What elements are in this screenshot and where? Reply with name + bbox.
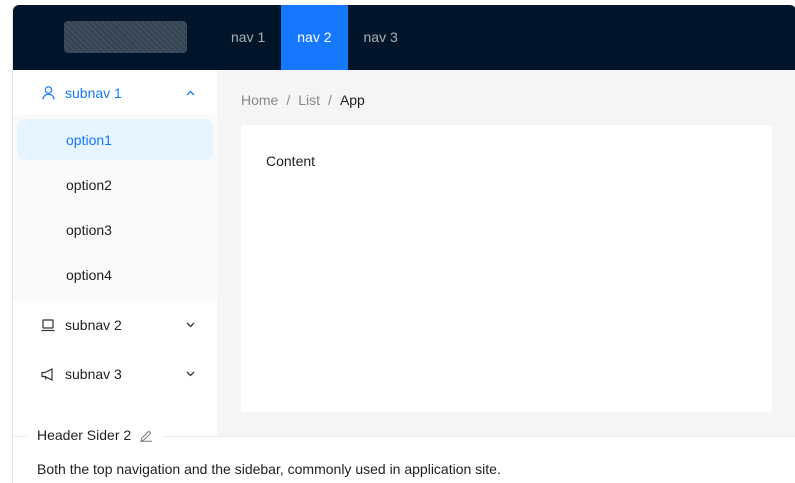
breadcrumb-app: App <box>339 92 365 108</box>
top-nav-item-2[interactable]: nav 2 <box>281 5 348 70</box>
demo-title: Header Sider 2 <box>27 427 164 443</box>
menu-item-option3[interactable]: option3 <box>17 209 213 250</box>
layout-demo: nav 1 nav 2 nav 3 subnav 1 option1 optio… <box>12 5 795 483</box>
breadcrumb-separator: / <box>286 92 291 108</box>
content-area: Home / List / App Content <box>217 70 795 436</box>
edit-icon[interactable] <box>139 428 153 442</box>
top-nav-item-3[interactable]: nav 3 <box>348 5 414 70</box>
content-text: Content <box>266 153 316 169</box>
demo-title-text: Header Sider 2 <box>37 427 132 443</box>
submenu-label: subnav 1 <box>65 84 122 101</box>
submenu-options: option1 option2 option3 option4 <box>13 115 217 301</box>
top-header: nav 1 nav 2 nav 3 <box>13 5 795 70</box>
submenu-subnav-3[interactable]: subnav 3 <box>13 349 217 399</box>
demo-description: Both the top navigation and the sidebar,… <box>37 461 501 477</box>
menu-item-option4[interactable]: option4 <box>17 254 213 295</box>
breadcrumb: Home / List / App <box>241 90 365 110</box>
breadcrumb-home[interactable]: Home <box>241 92 278 108</box>
content-card: Content <box>241 125 772 412</box>
menu-item-option2[interactable]: option2 <box>17 164 213 205</box>
notification-icon <box>41 367 55 381</box>
chevron-down-icon <box>185 320 195 330</box>
laptop-icon <box>41 318 55 332</box>
chevron-up-icon <box>185 88 195 98</box>
sidebar: subnav 1 option1 option2 option3 option4… <box>13 70 217 436</box>
submenu-subnav-1[interactable]: subnav 1 <box>13 70 217 115</box>
chevron-down-icon <box>185 369 195 379</box>
submenu-label: subnav 3 <box>65 366 122 382</box>
breadcrumb-separator: / <box>328 92 332 108</box>
submenu-subnav-2[interactable]: subnav 2 <box>13 301 217 349</box>
top-nav: nav 1 nav 2 nav 3 <box>215 5 414 70</box>
menu-item-option1[interactable]: option1 <box>17 119 213 160</box>
top-nav-item-1[interactable]: nav 1 <box>215 5 281 70</box>
submenu-label: subnav 2 <box>65 317 122 333</box>
breadcrumb-list[interactable]: List <box>298 92 320 108</box>
logo <box>64 21 187 53</box>
user-icon <box>41 85 55 100</box>
